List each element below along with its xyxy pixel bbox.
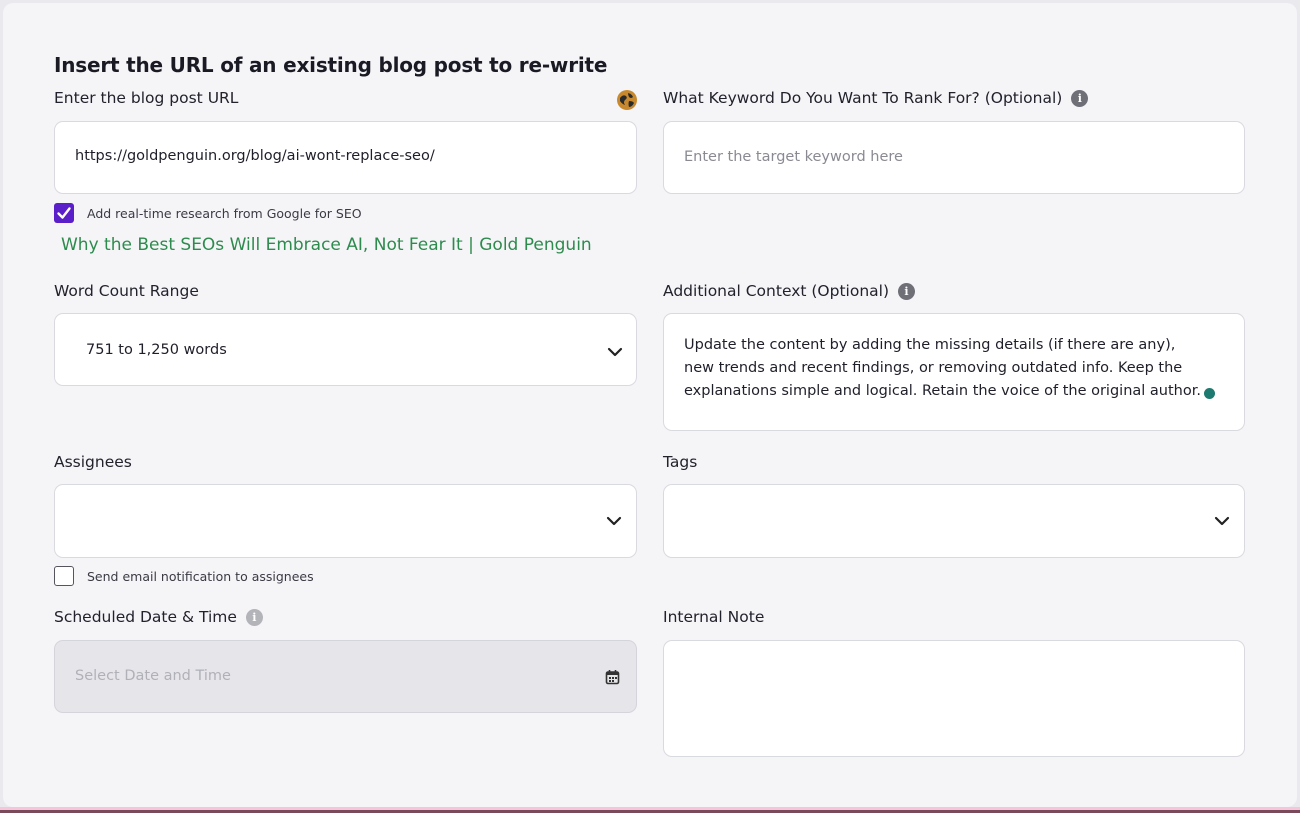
chevron-down-icon	[606, 516, 622, 526]
context-label: Additional Context (Optional) i	[663, 282, 915, 300]
article-title: Why the Best SEOs Will Embrace AI, Not F…	[61, 235, 592, 255]
globe-icon	[616, 89, 638, 111]
grammar-dot-icon[interactable]	[1204, 388, 1215, 399]
chevron-down-icon	[1214, 516, 1230, 526]
url-label: Enter the blog post URL	[54, 89, 239, 107]
form-heading: Insert the URL of an existing blog post …	[54, 53, 608, 77]
keyword-placeholder: Enter the target keyword here	[684, 149, 903, 165]
word-count-label: Word Count Range	[54, 282, 199, 300]
note-textarea[interactable]	[663, 640, 1245, 757]
keyword-info-icon[interactable]: i	[1071, 90, 1089, 107]
notify-label[interactable]: Send email notification to assignees	[87, 569, 314, 584]
word-count-select[interactable]: 751 to 1,250 words	[54, 313, 637, 386]
context-textarea[interactable]: Update the content by adding the missing…	[663, 313, 1245, 431]
schedule-placeholder: Select Date and Time	[75, 668, 231, 684]
note-label: Internal Note	[663, 608, 765, 626]
research-label[interactable]: Add real-time research from Google for S…	[87, 206, 362, 221]
assignees-select[interactable]	[54, 484, 637, 558]
context-value: Update the content by adding the missing…	[684, 337, 1201, 399]
keyword-label-text: What Keyword Do You Want To Rank For? (O…	[663, 89, 1063, 107]
url-input[interactable]: https://goldpenguin.org/blog/ai-wont-rep…	[54, 121, 637, 194]
keyword-input[interactable]: Enter the target keyword here	[663, 121, 1245, 194]
schedule-label: Scheduled Date & Time i	[54, 608, 263, 626]
context-label-text: Additional Context (Optional)	[663, 282, 890, 300]
schedule-input[interactable]: Select Date and Time	[54, 640, 637, 713]
assignees-label: Assignees	[54, 453, 132, 471]
context-info-icon[interactable]: i	[897, 283, 915, 300]
word-count-value: 751 to 1,250 words	[86, 342, 227, 358]
schedule-label-text: Scheduled Date & Time	[54, 608, 237, 626]
schedule-info-icon[interactable]: i	[245, 609, 263, 626]
url-input-value: https://goldpenguin.org/blog/ai-wont-rep…	[75, 148, 435, 164]
keyword-label: What Keyword Do You Want To Rank For? (O…	[663, 89, 1089, 107]
research-checkbox[interactable]	[54, 203, 74, 223]
tags-label: Tags	[663, 453, 698, 471]
check-icon	[57, 207, 71, 219]
notify-checkbox[interactable]	[54, 566, 74, 586]
tags-select[interactable]	[663, 484, 1245, 558]
chevron-down-icon	[607, 347, 623, 357]
calendar-icon[interactable]	[605, 669, 620, 685]
